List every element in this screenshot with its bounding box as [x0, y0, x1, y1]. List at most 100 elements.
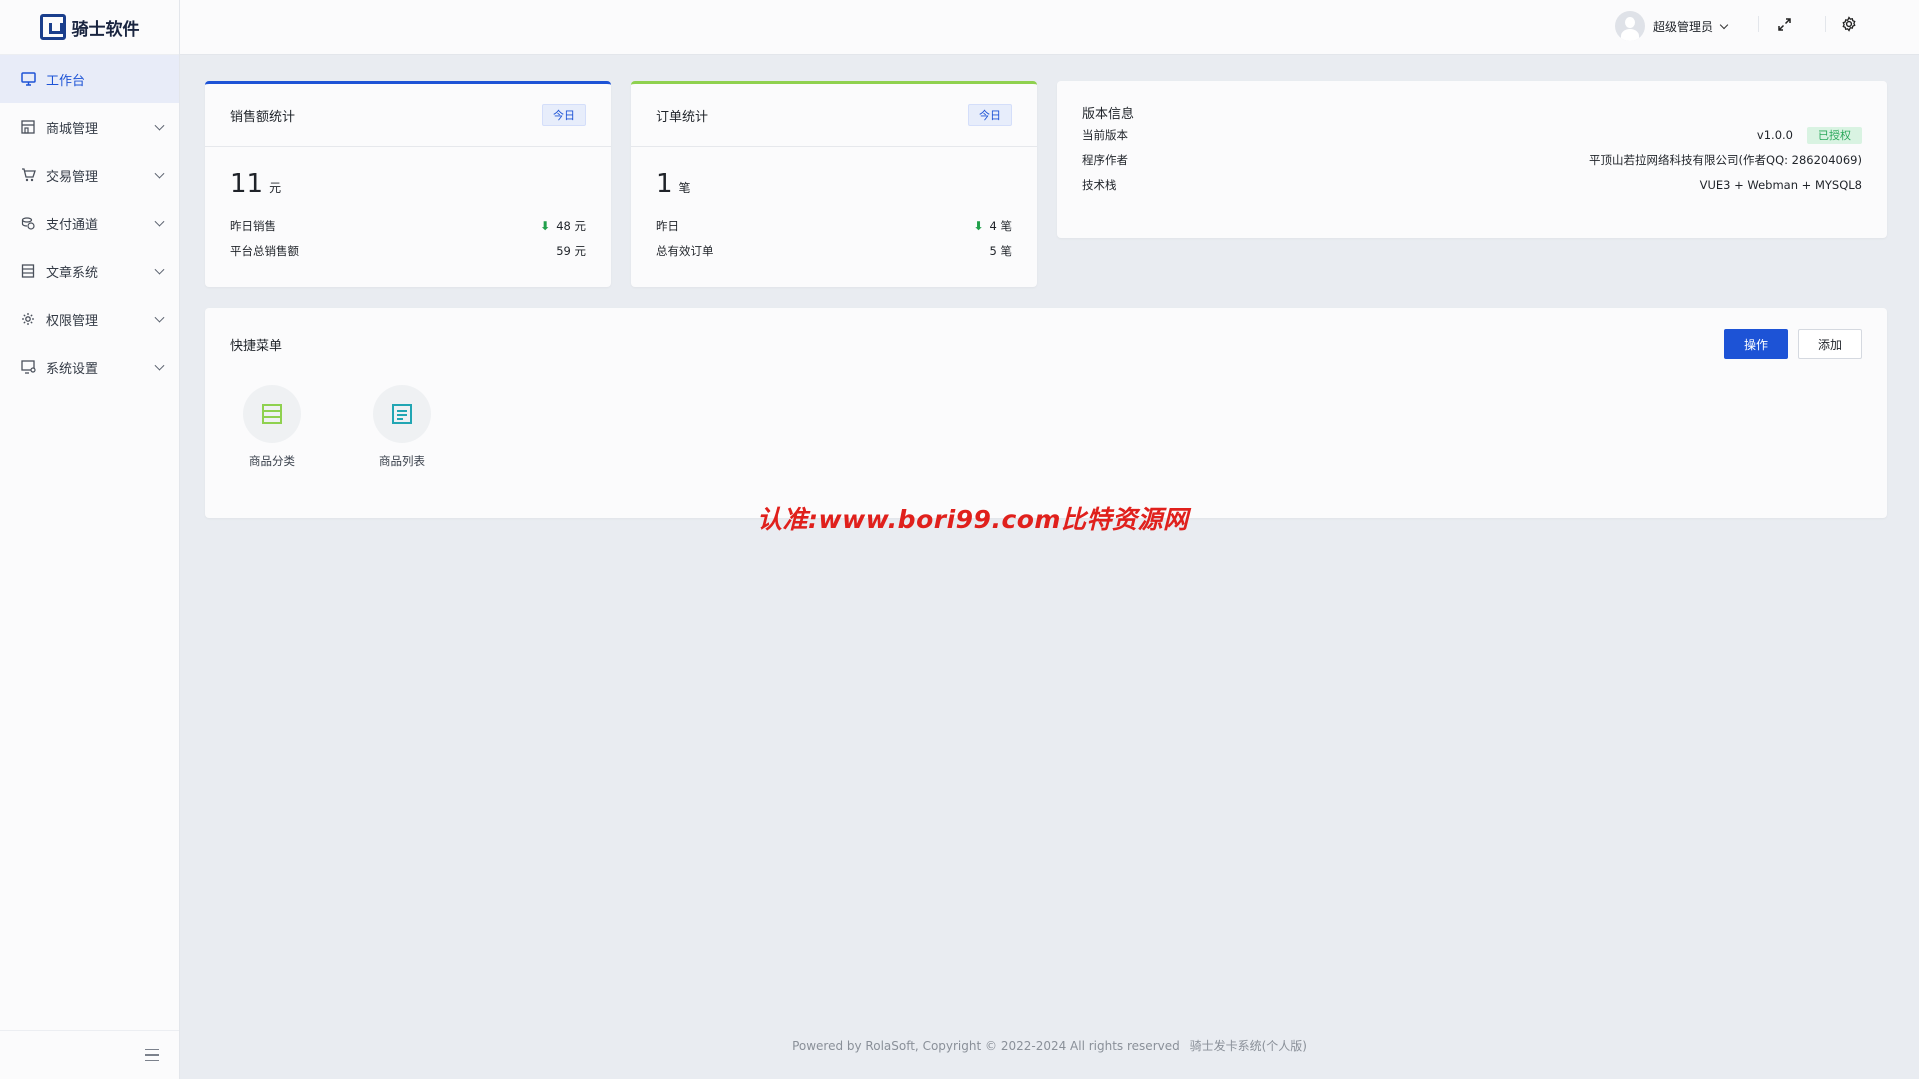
quick-item-category[interactable]: 商品分类: [232, 385, 312, 469]
sidebar-item-mall[interactable]: 商城管理: [0, 103, 179, 151]
sidebar-item-system-settings[interactable]: 系统设置: [0, 343, 179, 391]
stat-row: 平台总销售额 59 元: [205, 238, 611, 263]
coins-icon: [20, 215, 36, 231]
chevron-down-icon: [154, 120, 165, 131]
quick-item-label: 商品列表: [379, 454, 425, 468]
sidebar-item-label: 权限管理: [46, 313, 99, 329]
menu-collapse-icon[interactable]: [145, 1049, 159, 1061]
kv-label: 程序作者: [1082, 152, 1128, 167]
list-icon: [392, 404, 412, 424]
footer: Powered by RolaSoft, Copyright © 2022-20…: [180, 1037, 1919, 1054]
logo[interactable]: 骑士软件: [0, 0, 179, 55]
stat-row-label: 昨日: [656, 218, 679, 233]
stat-row-label: 平台总销售额: [230, 243, 299, 258]
divider: [1825, 16, 1826, 32]
stat-row: 昨日销售 ⬇ 48 元: [205, 213, 611, 238]
user-name: 超级管理员: [1652, 19, 1713, 34]
quick-menu-list: 商品分类 商品列表: [232, 385, 1862, 469]
stack-row: 技术栈 VUE3 + Webman + MYSQL8: [1082, 172, 1862, 197]
footer-copyright: Powered by RolaSoft, Copyright © 2022-20…: [792, 1039, 1180, 1053]
kv-label: 技术栈: [1082, 177, 1117, 192]
license-badge: 已授权: [1807, 126, 1862, 144]
version-row: 当前版本 v1.0.0 已授权: [1082, 122, 1862, 147]
stat-unit: 笔: [678, 181, 691, 195]
stat-row-value: 48 元: [556, 218, 586, 233]
stat-row-value: 4 笔: [989, 218, 1012, 233]
chevron-down-icon: [154, 312, 165, 323]
chevron-down-icon: [154, 168, 165, 179]
fullscreen-icon[interactable]: [1774, 14, 1794, 34]
card-title: 销售额统计: [230, 109, 296, 125]
version-number: v1.0.0: [1756, 127, 1793, 142]
sidebar-collapse-bar: [0, 1030, 179, 1079]
quick-menu-card: 快捷菜单 操作 添加 商品分类 商品列表: [205, 308, 1887, 518]
card-title: 订单统计: [656, 109, 709, 125]
sidebar-nav: 工作台 商城管理 交易管理 支付通道 文章系统 权限管理 系统设置: [0, 55, 179, 391]
sidebar-item-trade[interactable]: 交易管理: [0, 151, 179, 199]
sidebar-item-label: 系统设置: [46, 361, 99, 377]
logo-text: 骑士软件: [71, 19, 140, 40]
stat-row-value: 59 元: [556, 243, 586, 258]
arrow-down-icon: ⬇: [973, 218, 984, 233]
chevron-down-icon: [154, 264, 165, 275]
user-menu[interactable]: 超级管理员: [1614, 10, 1729, 42]
stat-number: 1: [656, 169, 673, 199]
stat-row-value: 5 笔: [989, 243, 1012, 258]
sidebar-item-label: 支付通道: [46, 217, 99, 233]
stat-row: 昨日 ⬇ 4 笔: [631, 213, 1037, 238]
kv-value: 平顶山若拉网络科技有限公司(作者QQ: 286204069): [1589, 152, 1862, 167]
sidebar-item-label: 交易管理: [46, 169, 99, 185]
orders-stat-card: 订单统计 今日 1 笔 昨日 ⬇ 4 笔 总有效订单 5 笔: [631, 81, 1037, 287]
card-title: 版本信息: [1082, 107, 1135, 122]
settings-icon[interactable]: [1839, 14, 1859, 34]
sidebar-item-label: 工作台: [46, 73, 86, 89]
sidebar-item-workbench[interactable]: 工作台: [0, 55, 179, 103]
divider: [1758, 16, 1759, 32]
arrow-down-icon: ⬇: [540, 218, 551, 233]
quick-item-circle: [243, 385, 301, 443]
quick-menu-actions: 操作 添加: [1724, 329, 1862, 359]
gear-icon: [20, 311, 36, 327]
sidebar-item-permissions[interactable]: 权限管理: [0, 295, 179, 343]
cart-icon: [20, 167, 36, 183]
chevron-down-icon: [154, 216, 165, 227]
quick-item-circle: [373, 385, 431, 443]
store-icon: [20, 119, 36, 135]
sidebar: 骑士软件 工作台 商城管理 交易管理 支付通道 文章系统 权限管理 系统设置: [0, 0, 180, 1079]
sidebar-item-articles[interactable]: 文章系统: [0, 247, 179, 295]
period-tag: 今日: [968, 104, 1012, 126]
period-tag: 今日: [542, 104, 586, 126]
footer-edition: 骑士发卡系统(个人版): [1189, 1039, 1307, 1053]
logo-icon: [39, 14, 66, 40]
chevron-down-icon: [154, 360, 165, 371]
kv-label: 当前版本: [1082, 127, 1128, 142]
quick-item-product-list[interactable]: 商品列表: [362, 385, 442, 469]
version-info-card: 版本信息 当前版本 v1.0.0 已授权 程序作者 平顶山若拉网络科技有限公司(作…: [1057, 81, 1887, 238]
top-header: 超级管理员: [180, 0, 1919, 55]
settings-monitor-icon: [20, 359, 36, 375]
stat-row-label: 昨日销售: [230, 218, 276, 233]
article-icon: [20, 263, 36, 279]
author-row: 程序作者 平顶山若拉网络科技有限公司(作者QQ: 286204069): [1082, 147, 1862, 172]
add-button[interactable]: 添加: [1798, 329, 1862, 359]
card-header: 销售额统计 今日: [205, 84, 611, 147]
stat-row-label: 总有效订单: [656, 243, 714, 258]
card-header: 订单统计 今日: [631, 84, 1037, 147]
sidebar-item-label: 商城管理: [46, 121, 99, 137]
sidebar-item-label: 文章系统: [46, 265, 99, 281]
chevron-down-icon: [1719, 20, 1729, 29]
card-header: 快捷菜单 操作 添加: [230, 328, 1862, 360]
sidebar-item-payment[interactable]: 支付通道: [0, 199, 179, 247]
stat-row: 总有效订单 5 笔: [631, 238, 1037, 263]
operate-button[interactable]: 操作: [1724, 329, 1788, 359]
quick-item-label: 商品分类: [249, 454, 295, 468]
avatar[interactable]: [1614, 11, 1645, 41]
sales-stat-card: 销售额统计 今日 11 元 昨日销售 ⬇ 48 元 平台总销售额 59 元: [205, 81, 611, 287]
stat-row-value-wrap: ⬇ 4 笔: [973, 218, 1012, 234]
card-title: 快捷菜单: [230, 338, 283, 354]
stat-main-value: 11 元: [205, 147, 611, 213]
kv-value: VUE3 + Webman + MYSQL8: [1699, 177, 1862, 192]
stat-row-value-wrap: ⬇ 48 元: [540, 218, 586, 234]
kv-value-wrap: v1.0.0 已授权: [1756, 126, 1862, 144]
stat-unit: 元: [269, 181, 282, 195]
